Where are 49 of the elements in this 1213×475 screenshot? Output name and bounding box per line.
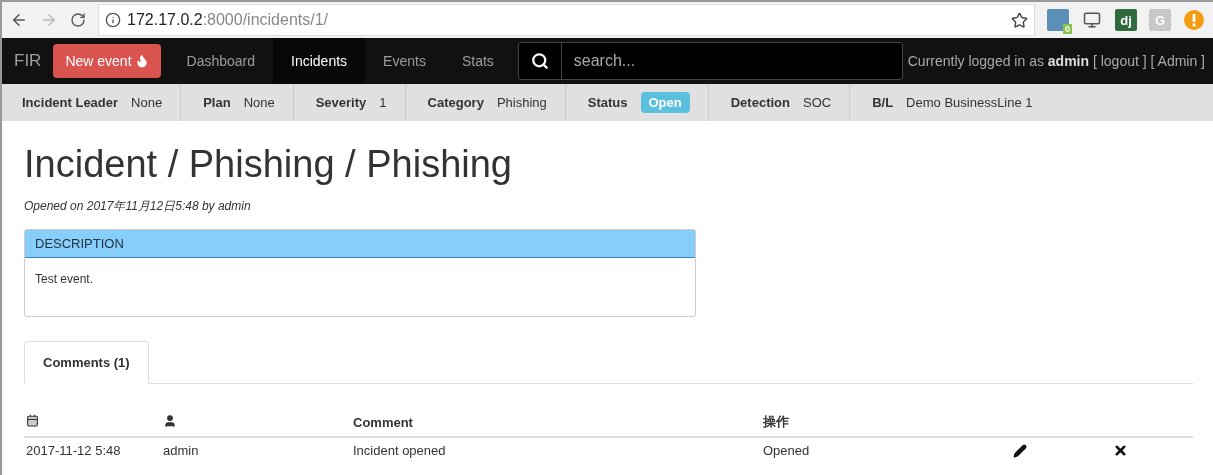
search-bar[interactable]: search...: [517, 42, 903, 80]
count-badge: 0: [1063, 24, 1072, 34]
status-label: Open: [640, 92, 690, 113]
nav-item[interactable]: Stats: [443, 38, 512, 84]
field-label: Status: [587, 95, 628, 110]
field-label: B/L: [872, 95, 894, 110]
table-cell-text: 2017-11-12 5:48: [26, 443, 122, 458]
nav-item[interactable]: Events: [365, 38, 444, 84]
extension-icon[interactable]: dj: [1115, 9, 1137, 31]
info-icon: [105, 12, 121, 28]
nav-item[interactable]: Dashboard: [168, 38, 274, 84]
bookmark-star-icon[interactable]: [1011, 11, 1028, 29]
search-icon: [530, 52, 549, 70]
brand-logo[interactable]: FIR: [2, 51, 54, 71]
field-label: Category: [427, 95, 484, 110]
field-label: Incident Leader: [22, 95, 119, 110]
field-value: Phishing: [496, 95, 547, 110]
table-cell-text: admin: [163, 443, 200, 458]
reload-icon: [70, 12, 86, 28]
page-title: Incident / Phishing / Phishing: [24, 143, 513, 186]
field-value: None: [243, 95, 275, 110]
field-label: Severity: [315, 95, 367, 110]
table-cell-text: Incident opened: [353, 443, 447, 458]
column-header: 操作: [763, 413, 790, 431]
calendar-icon: [26, 414, 39, 427]
opened-info: Opened on 2017年11月12日5:48 by admin: [24, 198, 252, 215]
column-header: Comment: [353, 414, 414, 430]
url-text: 172.17.0.2:8000/incidents/1/: [127, 11, 329, 29]
flame-icon: [134, 54, 149, 68]
login-status: Currently logged in as admin [ logout ] [ Admin ]: [907, 53, 1206, 69]
search-field[interactable]: search...: [561, 52, 902, 70]
back-icon: [10, 11, 28, 29]
field-value: None: [131, 95, 163, 110]
panel-heading: DESCRIPTION: [25, 230, 695, 258]
field-value: Demo BusinessLine 1: [906, 95, 1033, 110]
forward-icon: [40, 11, 58, 29]
tab[interactable]: Comments (1): [24, 341, 149, 384]
user-icon: [163, 413, 177, 428]
field-value: 1: [379, 95, 387, 110]
description-text: Test event.: [34, 271, 95, 288]
address-bar[interactable]: 172.17.0.2:8000/incidents/1/: [98, 4, 1035, 36]
edit-icon[interactable]: [1013, 443, 1027, 458]
field-value: SOC: [802, 95, 832, 110]
delete-icon[interactable]: [1113, 443, 1128, 458]
field-label: Detection: [730, 95, 790, 110]
table-cell-text: Opened: [763, 443, 811, 458]
nav-item[interactable]: Incidents: [273, 38, 366, 84]
field-label: Plan: [203, 95, 231, 110]
new-event-button[interactable]: New event: [53, 44, 161, 78]
